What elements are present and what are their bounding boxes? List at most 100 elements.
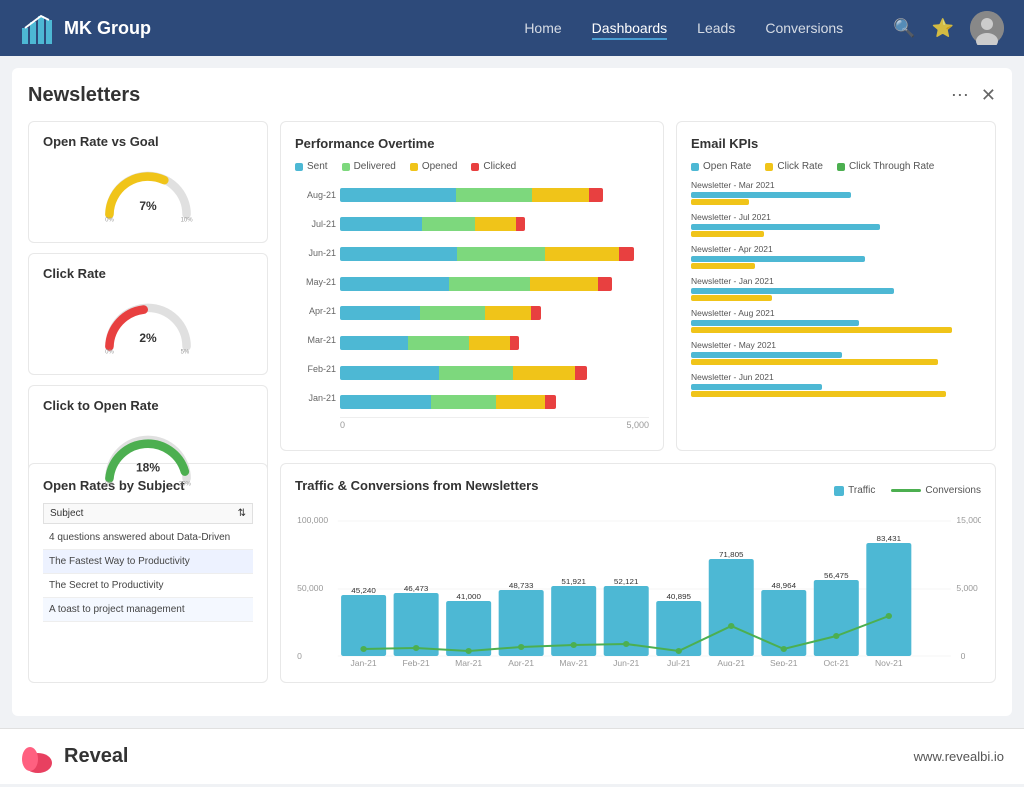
bar-jul [340,213,649,235]
x-axis-0: 0 [340,420,345,430]
header-icons: 🔍 ⭐ [893,11,1004,45]
svg-text:46,473: 46,473 [404,584,429,593]
svg-text:Feb-21: Feb-21 [403,658,431,666]
nav-home[interactable]: Home [524,16,561,40]
svg-text:56,475: 56,475 [824,571,849,580]
svg-text:100,000: 100,000 [297,515,328,525]
traffic-card: Traffic & Conversions from Newsletters T… [280,463,996,683]
month-aug: Aug-21 [295,190,340,200]
nav-links: Home Dashboards Leads Conversions [524,16,843,40]
page-title: Newsletters [28,84,140,107]
svg-text:0: 0 [297,651,302,661]
x-axis-5000: 5,000 [626,420,649,430]
bar-aug [340,184,649,206]
performance-title: Performance Overtime [295,136,649,151]
svg-text:0%: 0% [105,481,114,487]
subject-column-header: Subject ⇅ [43,503,253,524]
brand-name: MK Group [64,18,151,39]
svg-text:2%: 2% [139,331,157,345]
bar-may [340,273,649,295]
traffic-header: Traffic & Conversions from Newsletters T… [295,478,981,503]
svg-text:7%: 7% [139,199,157,213]
legend-clicked: Clicked [471,161,516,172]
main-content: Newsletters ⋯ ✕ Open Rate vs Goal 0% [12,68,1012,716]
month-jun: Jun-21 [295,248,340,258]
svg-text:40,895: 40,895 [666,592,691,601]
svg-text:83,431: 83,431 [877,534,902,543]
traffic-legend: Traffic Conversions [834,485,981,496]
subject-row-3[interactable]: A toast to project management [43,598,253,622]
svg-text:Apr-21: Apr-21 [508,658,534,666]
svg-text:May-21: May-21 [559,658,588,666]
svg-text:5,000: 5,000 [956,583,978,593]
email-kpi-row-4: Newsletter - Aug 2021 [691,308,981,333]
email-kpi-row-3: Newsletter - Jan 2021 [691,276,981,301]
page-actions: ⋯ ✕ [951,85,996,106]
subject-row-2[interactable]: The Secret to Productivity [43,574,253,598]
svg-text:41,000: 41,000 [456,592,481,601]
avatar[interactable] [970,11,1004,45]
svg-text:51,921: 51,921 [561,577,586,586]
svg-text:Mar-21: Mar-21 [455,658,483,666]
sort-icon[interactable]: ⇅ [238,508,246,519]
svg-text:Jan-21: Jan-21 [351,658,378,666]
svg-text:5%: 5% [181,349,190,355]
svg-text:0: 0 [961,651,966,661]
svg-text:50,000: 50,000 [297,583,324,593]
svg-text:48,733: 48,733 [509,581,534,590]
legend-click-rate: Click Rate [765,161,823,172]
legend-open-rate: Open Rate [691,161,751,172]
favorites-icon[interactable]: ⭐ [932,18,954,39]
email-kpi-row-6: Newsletter - Jun 2021 [691,372,981,397]
svg-text:0%: 0% [105,217,114,223]
nav-leads[interactable]: Leads [697,16,735,40]
app-header: MK Group Home Dashboards Leads Conversio… [0,0,1024,56]
email-kpi-row-5: Newsletter - May 2021 [691,340,981,365]
bar-jan [340,391,649,413]
email-kpis-legend: Open Rate Click Rate Click Through Rate [691,161,981,172]
bar-mar [340,332,649,354]
svg-text:0%: 0% [105,349,114,355]
svg-text:Jul-21: Jul-21 [667,658,691,666]
svg-text:18%: 18% [136,460,160,474]
subject-row-0[interactable]: 4 questions answered about Data-Driven [43,526,253,550]
svg-text:Sep-21: Sep-21 [770,658,798,666]
month-feb: Feb-21 [295,364,340,374]
search-icon[interactable]: 🔍 [893,18,915,39]
logo-area: MK Group [20,10,151,46]
month-may: May-21 [295,277,340,287]
click-to-open-rate-card: Click to Open Rate 0% 20% 18% [28,385,268,507]
click-rate-gauge: 0% 5% 2% [43,287,253,362]
footer-url: www.revealbi.io [914,749,1004,764]
close-icon[interactable]: ✕ [981,85,996,106]
month-jul: Jul-21 [295,219,340,229]
month-jan: Jan-21 [295,393,340,403]
nav-conversions[interactable]: Conversions [765,16,843,40]
svg-text:15,000: 15,000 [956,515,981,525]
logo-icon [20,10,56,46]
svg-text:48,964: 48,964 [771,581,796,590]
month-mar: Mar-21 [295,335,340,345]
open-rate-card: Open Rate vs Goal 0% 10% 7% [28,121,268,243]
legend-delivered: Delivered [342,161,396,172]
click-to-open-gauge: 0% 20% 18% [43,419,253,494]
performance-card: Performance Overtime Sent Delivered Open… [280,121,664,451]
svg-text:Nov-21: Nov-21 [875,658,903,666]
more-options-icon[interactable]: ⋯ [951,85,969,106]
subject-row-1[interactable]: The Fastest Way to Productivity [43,550,253,574]
page-header: Newsletters ⋯ ✕ [28,84,996,107]
bar-apr [340,302,649,324]
bar-jun [340,243,649,265]
email-kpis-card: Email KPIs Open Rate Click Rate Click Th… [676,121,996,451]
svg-text:Aug-21: Aug-21 [717,658,745,666]
left-kpis: Open Rate vs Goal 0% 10% 7% [28,121,268,451]
click-rate-card: Click Rate 0% 5% 2% [28,253,268,375]
performance-legend: Sent Delivered Opened Clicked [295,161,649,172]
footer-brand: Reveal [64,745,129,768]
open-rate-title: Open Rate vs Goal [43,134,253,149]
open-rate-gauge: 0% 10% 7% [43,155,253,230]
email-kpi-row-2: Newsletter - Apr 2021 [691,244,981,269]
traffic-title: Traffic & Conversions from Newsletters [295,478,538,493]
svg-text:71,805: 71,805 [719,550,744,559]
nav-dashboards[interactable]: Dashboards [592,16,668,40]
